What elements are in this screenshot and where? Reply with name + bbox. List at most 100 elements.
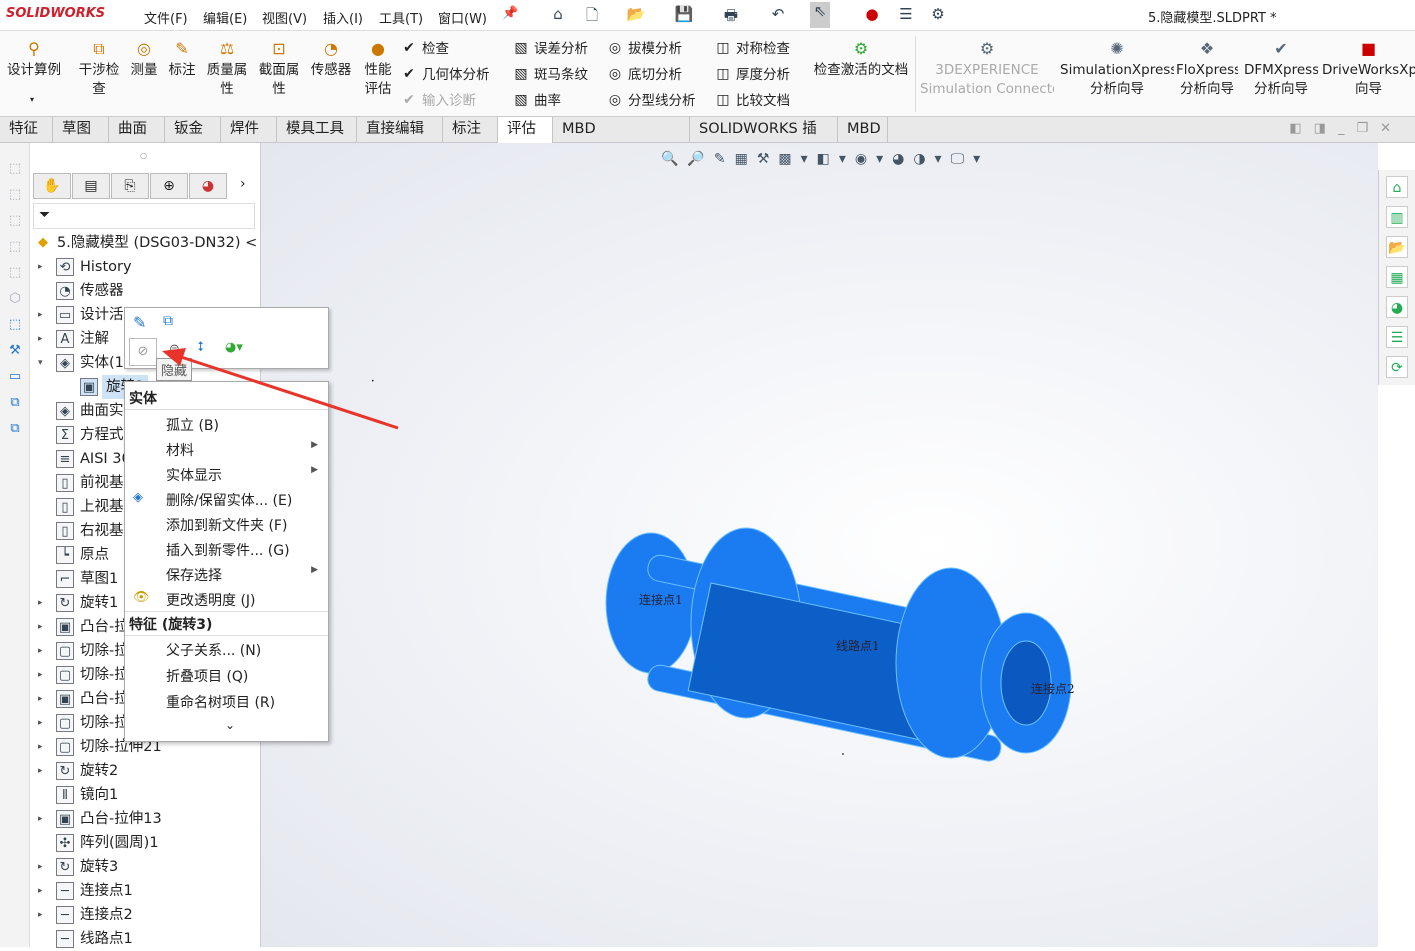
normal-to-icon[interactable]: ⭥ (197, 340, 204, 355)
left-tool-icon-4[interactable]: ⬚ (5, 265, 25, 285)
expand-arrow-icon[interactable]: ▸ (38, 735, 43, 759)
tab-5[interactable]: 模具工具 (277, 117, 357, 142)
addin-button-1[interactable]: ✺SimulationXpress分析向导 (1060, 39, 1174, 99)
move-copy-body-icon[interactable]: ⧉ (163, 313, 173, 329)
display-manager-tab-icon[interactable]: ◕ (189, 173, 227, 199)
menu-item[interactable]: 更改透明度 (J) (166, 590, 326, 610)
isolate-icon[interactable]: ⊜ (169, 342, 180, 357)
menu-item[interactable]: 添加到新文件夹 (F) (166, 515, 326, 535)
ribbon-small4-0[interactable]: ◫对称检查 (714, 37, 790, 58)
new-document-icon[interactable]: 🗋 (582, 5, 602, 25)
left-tool-icon-3[interactable]: ⬚ (5, 239, 25, 259)
filter-input[interactable]: ⏷ (33, 203, 255, 229)
menu-0[interactable]: 文件(F) (144, 8, 188, 27)
expand-menu-icon[interactable]: ⌄ (225, 718, 235, 732)
expand-arrow-icon[interactable]: ▸ (38, 879, 43, 903)
tree-root[interactable]: ◆ 5.隐藏模型 (DSG03-DN32) < (30, 231, 260, 255)
ribbon-button-2[interactable]: ◎测量 (126, 39, 162, 80)
tab-6[interactable]: 直接编辑 (357, 117, 443, 142)
tab-10[interactable]: SOLIDWORKS 插件 (690, 117, 838, 142)
featuremanager-tab-icon[interactable]: ✋ (33, 173, 71, 199)
taskpane-icon-2[interactable]: 📂 (1386, 236, 1408, 258)
menu-item[interactable]: 插入到新零件... (G) (166, 540, 326, 560)
dimxpert-tab-icon[interactable]: ⊕ (150, 173, 188, 199)
expand-arrow-icon[interactable]: ▸ (38, 903, 43, 927)
left-tool-icon-6[interactable]: ⬚ (5, 317, 25, 337)
ribbon-small4-1[interactable]: ◫厚度分析 (714, 63, 790, 84)
ribbon-button-1[interactable]: ⧉干涉检查 (74, 39, 124, 99)
hide-body-icon[interactable]: ⊘ (129, 338, 157, 366)
ribbon-button-3[interactable]: ✎标注 (162, 39, 202, 80)
addin-button-2[interactable]: ❖FloXpress分析向导 (1176, 39, 1238, 99)
menu-2[interactable]: 视图(V) (262, 8, 307, 27)
tab-4[interactable]: 焊件 (221, 117, 277, 142)
ribbon-small3-0[interactable]: ◎拔模分析 (606, 37, 682, 58)
propertymanager-tab-icon[interactable]: ▤ (72, 173, 110, 199)
chevron-down-icon[interactable]: ▾ (30, 95, 34, 104)
tree-item[interactable]: ▸ ─ 连接点1 (30, 879, 260, 903)
expand-arrow-icon[interactable]: ▸ (38, 327, 43, 351)
pin-icon[interactable]: 📌 (502, 6, 518, 21)
tab-8[interactable]: 评估 (498, 117, 553, 143)
left-tool-icon-8[interactable]: ▭ (5, 369, 25, 389)
taskpane-icon-0[interactable]: ⌂ (1386, 176, 1408, 198)
heads-up-view-toolbar[interactable]: 🔍🔎✎▦⚒▩▾◧▾◉▾◕◑▾🖵▾ (661, 151, 989, 167)
expand-arrow-icon[interactable]: ▸ (38, 615, 43, 639)
taskpane-icon-4[interactable]: ◕ (1386, 296, 1408, 318)
tree-item[interactable]: ▸ ↻ 旋转2 (30, 759, 260, 783)
expand-arrow-icon[interactable]: ▸ (38, 855, 43, 879)
ribbon-button-4[interactable]: ⚖质量属性 (204, 39, 250, 99)
menu-item[interactable]: 孤立 (B) (166, 415, 326, 435)
menu-5[interactable]: 窗口(W) (438, 8, 487, 27)
menu-item[interactable]: 父子关系... (N) (166, 640, 326, 660)
check-active-document-button[interactable]: ⚙检查激活的文档 (810, 39, 912, 80)
ribbon-button-7[interactable]: ●性能评估 (358, 39, 398, 99)
ribbon-small2-0[interactable]: ▧误差分析 (512, 37, 588, 58)
edit-feature-icon[interactable]: ✎ (133, 313, 146, 332)
taskpane-icon-5[interactable]: ☰ (1386, 326, 1408, 348)
menu-item[interactable]: 折叠项目 (Q) (166, 666, 326, 686)
ribbon-small1-0[interactable]: ✔检查 (400, 37, 449, 58)
ribbon-small1-2[interactable]: ✔输入诊断 (400, 89, 476, 110)
select-icon[interactable]: ⇖ (810, 2, 830, 28)
tree-item[interactable]: ◔ 传感器 (30, 279, 260, 303)
print-icon[interactable]: 🖶 (721, 5, 741, 25)
expand-arrow-icon[interactable]: ▾ (38, 351, 43, 375)
menu-item[interactable]: 保存选择▶ (166, 565, 326, 585)
ribbon-small3-2[interactable]: ◎分型线分析 (606, 89, 696, 110)
menu-item[interactable]: 材料▶ (166, 440, 326, 460)
menu-item[interactable]: 实体显示▶ (166, 465, 326, 485)
ribbon-small2-2[interactable]: ▧曲率 (512, 89, 561, 110)
tree-item[interactable]: ─ 线路点1 (30, 927, 260, 951)
tab-2[interactable]: 曲面 (109, 117, 165, 142)
ribbon-button-0[interactable]: ⚲设计算例 (4, 39, 64, 80)
taskpane-icon-1[interactable]: ▥ (1386, 206, 1408, 228)
undo-icon[interactable]: ↶ (768, 5, 788, 25)
tab-0[interactable]: 特征 (0, 117, 53, 142)
left-tool-icon-2[interactable]: ⬚ (5, 213, 25, 233)
ribbon-small3-1[interactable]: ◎底切分析 (606, 63, 682, 84)
expand-arrow-icon[interactable]: ▸ (38, 807, 43, 831)
expand-arrow-icon[interactable]: ▸ (38, 663, 43, 687)
ribbon-button-5[interactable]: ⊡截面属性 (254, 39, 304, 99)
tab-3[interactable]: 钣金 (165, 117, 221, 142)
open-icon[interactable]: 📂 (626, 5, 646, 25)
tree-item[interactable]: ⫴ 镜向1 (30, 783, 260, 807)
expand-arrow-icon[interactable]: ▸ (38, 687, 43, 711)
expand-arrow-icon[interactable]: ▸ (38, 591, 43, 615)
menu-4[interactable]: 工具(T) (379, 8, 423, 27)
left-tool-icon-10[interactable]: ⧉ (5, 421, 25, 441)
expand-arrow-icon[interactable]: ▸ (38, 759, 43, 783)
rebuild-icon[interactable]: ● (862, 5, 882, 25)
ribbon-small2-1[interactable]: ▧斑马条纹 (512, 63, 588, 84)
taskpane-icon-3[interactable]: ▦ (1386, 266, 1408, 288)
menu-item[interactable]: 重命名树项目 (R) (166, 692, 326, 712)
addin-button-4[interactable]: ■DriveWorksXpr向导 (1322, 39, 1415, 99)
ribbon-button-6[interactable]: ◔传感器 (306, 39, 356, 80)
menu-item[interactable]: 删除/保留实体... (E) (166, 490, 326, 510)
left-tool-icon-0[interactable]: ⬚ (5, 161, 25, 181)
save-icon[interactable]: 💾 (674, 5, 694, 25)
expand-arrow-icon[interactable]: ▸ (38, 303, 43, 327)
tab-7[interactable]: 标注 (443, 117, 498, 142)
configurationmanager-tab-icon[interactable]: ⎘ (111, 173, 149, 199)
